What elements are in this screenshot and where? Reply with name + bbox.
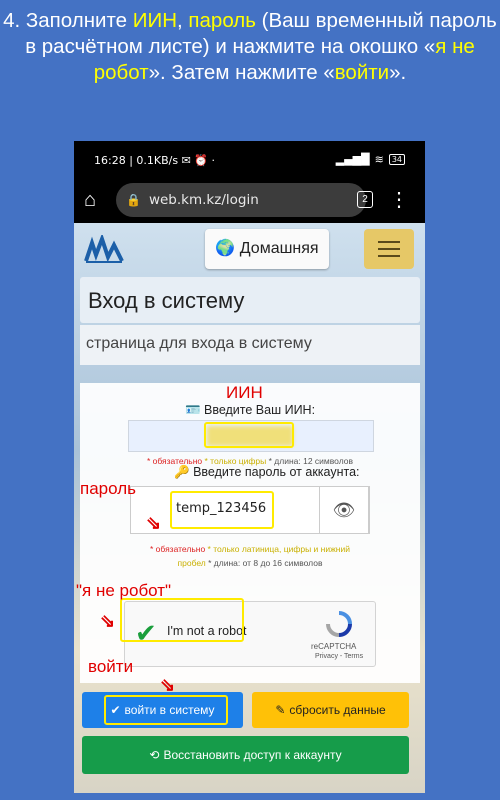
reset-button[interactable]: ✎ сбросить данные (252, 692, 409, 728)
restore-button-label: Восстановить доступ к аккаунту (163, 748, 342, 762)
browser-toolbar: ⌂ 🔒 web.km.kz/login 2 ⋮ (74, 177, 425, 223)
instruction-iin: ИИН (132, 9, 178, 32)
battery-icon: 34 (388, 154, 405, 165)
password-requirements: * обязательно * только латиница, цифры и… (150, 544, 350, 568)
status-speed: 0.1KB/s (136, 154, 179, 167)
annotation-iin: ИИН (226, 383, 263, 402)
subtitle-panel: страница для входа в систему (80, 325, 420, 365)
iin-label: Введите Ваш ИИН: (204, 403, 316, 417)
id-card-icon: 🪪 (184, 403, 201, 417)
km-logo (84, 235, 124, 263)
address-bar[interactable]: 🔒 web.km.kz/login (116, 183, 366, 217)
password-label: Введите пароль от аккаунта: (193, 465, 360, 479)
status-bar: 16:28 | 0.1KB/s ✉ ⏰ · ▂▄▆█ ≋ 34 (74, 141, 425, 177)
hamburger-menu-button[interactable] (364, 229, 414, 269)
recaptcha-terms[interactable]: Privacy - Terms (315, 653, 363, 660)
recaptcha-brand: reCAPTCHA (311, 642, 357, 651)
home-button-label: Домашняя (239, 240, 319, 257)
globe-icon: 🌍 (215, 240, 236, 257)
login-highlight-box (104, 695, 228, 725)
page-title: Вход в систему (88, 288, 245, 313)
iin-highlight-box (204, 422, 294, 448)
key-icon: 🔑 (174, 465, 190, 479)
home-button[interactable]: 🌍 Домашняя (205, 229, 329, 269)
eraser-icon: ✎ (275, 703, 286, 717)
signal-icon: ▂▄▆█ (335, 153, 370, 166)
toggle-password-visibility-button[interactable]: 👁 (319, 486, 369, 534)
eye-slash-icon: 👁 (332, 500, 356, 520)
arrow-to-captcha-icon: ⇘ (100, 611, 116, 631)
status-time: 16:28 (94, 154, 126, 167)
annotation-login: войти (88, 657, 134, 676)
restore-icon: ⟲ (149, 748, 160, 762)
page-subtitle: страница для входа в систему (86, 335, 312, 352)
url-text: web.km.kz/login (148, 192, 259, 208)
captcha-highlight-box (120, 598, 244, 642)
annotation-password: пароль (80, 479, 136, 498)
title-panel: Вход в систему (80, 277, 420, 323)
tabs-count-icon[interactable]: 2 (357, 191, 373, 208)
annotation-robot: "я не робот" (76, 581, 172, 600)
reset-button-label: сбросить данные (289, 703, 386, 717)
instruction-text: 4. Заполните ИИН, пароль (Ваш временный … (3, 9, 497, 84)
web-page: 🌍 Домашняя Вход в систему страница для в… (74, 223, 425, 793)
more-menu-icon[interactable]: ⋮ (389, 187, 409, 212)
wifi-icon: ≋ (374, 153, 384, 166)
login-form: 🪪 Введите Ваш ИИН: 970401301776 * обязат… (80, 383, 420, 683)
restore-access-button[interactable]: ⟲ Восстановить доступ к аккаунту (82, 736, 409, 774)
phone-screenshot: 16:28 | 0.1KB/s ✉ ⏰ · ▂▄▆█ ≋ 34 ⌂ 🔒 web.… (74, 141, 425, 793)
password-highlight-box (170, 491, 274, 529)
instruction-login: войти (334, 61, 390, 84)
arrow-to-password-icon: ⇘ (146, 513, 162, 533)
instruction-password: пароль (188, 9, 256, 32)
home-icon[interactable]: ⌂ (84, 189, 96, 212)
lock-icon: 🔒 (126, 193, 141, 207)
recaptcha-logo-icon (326, 611, 352, 637)
